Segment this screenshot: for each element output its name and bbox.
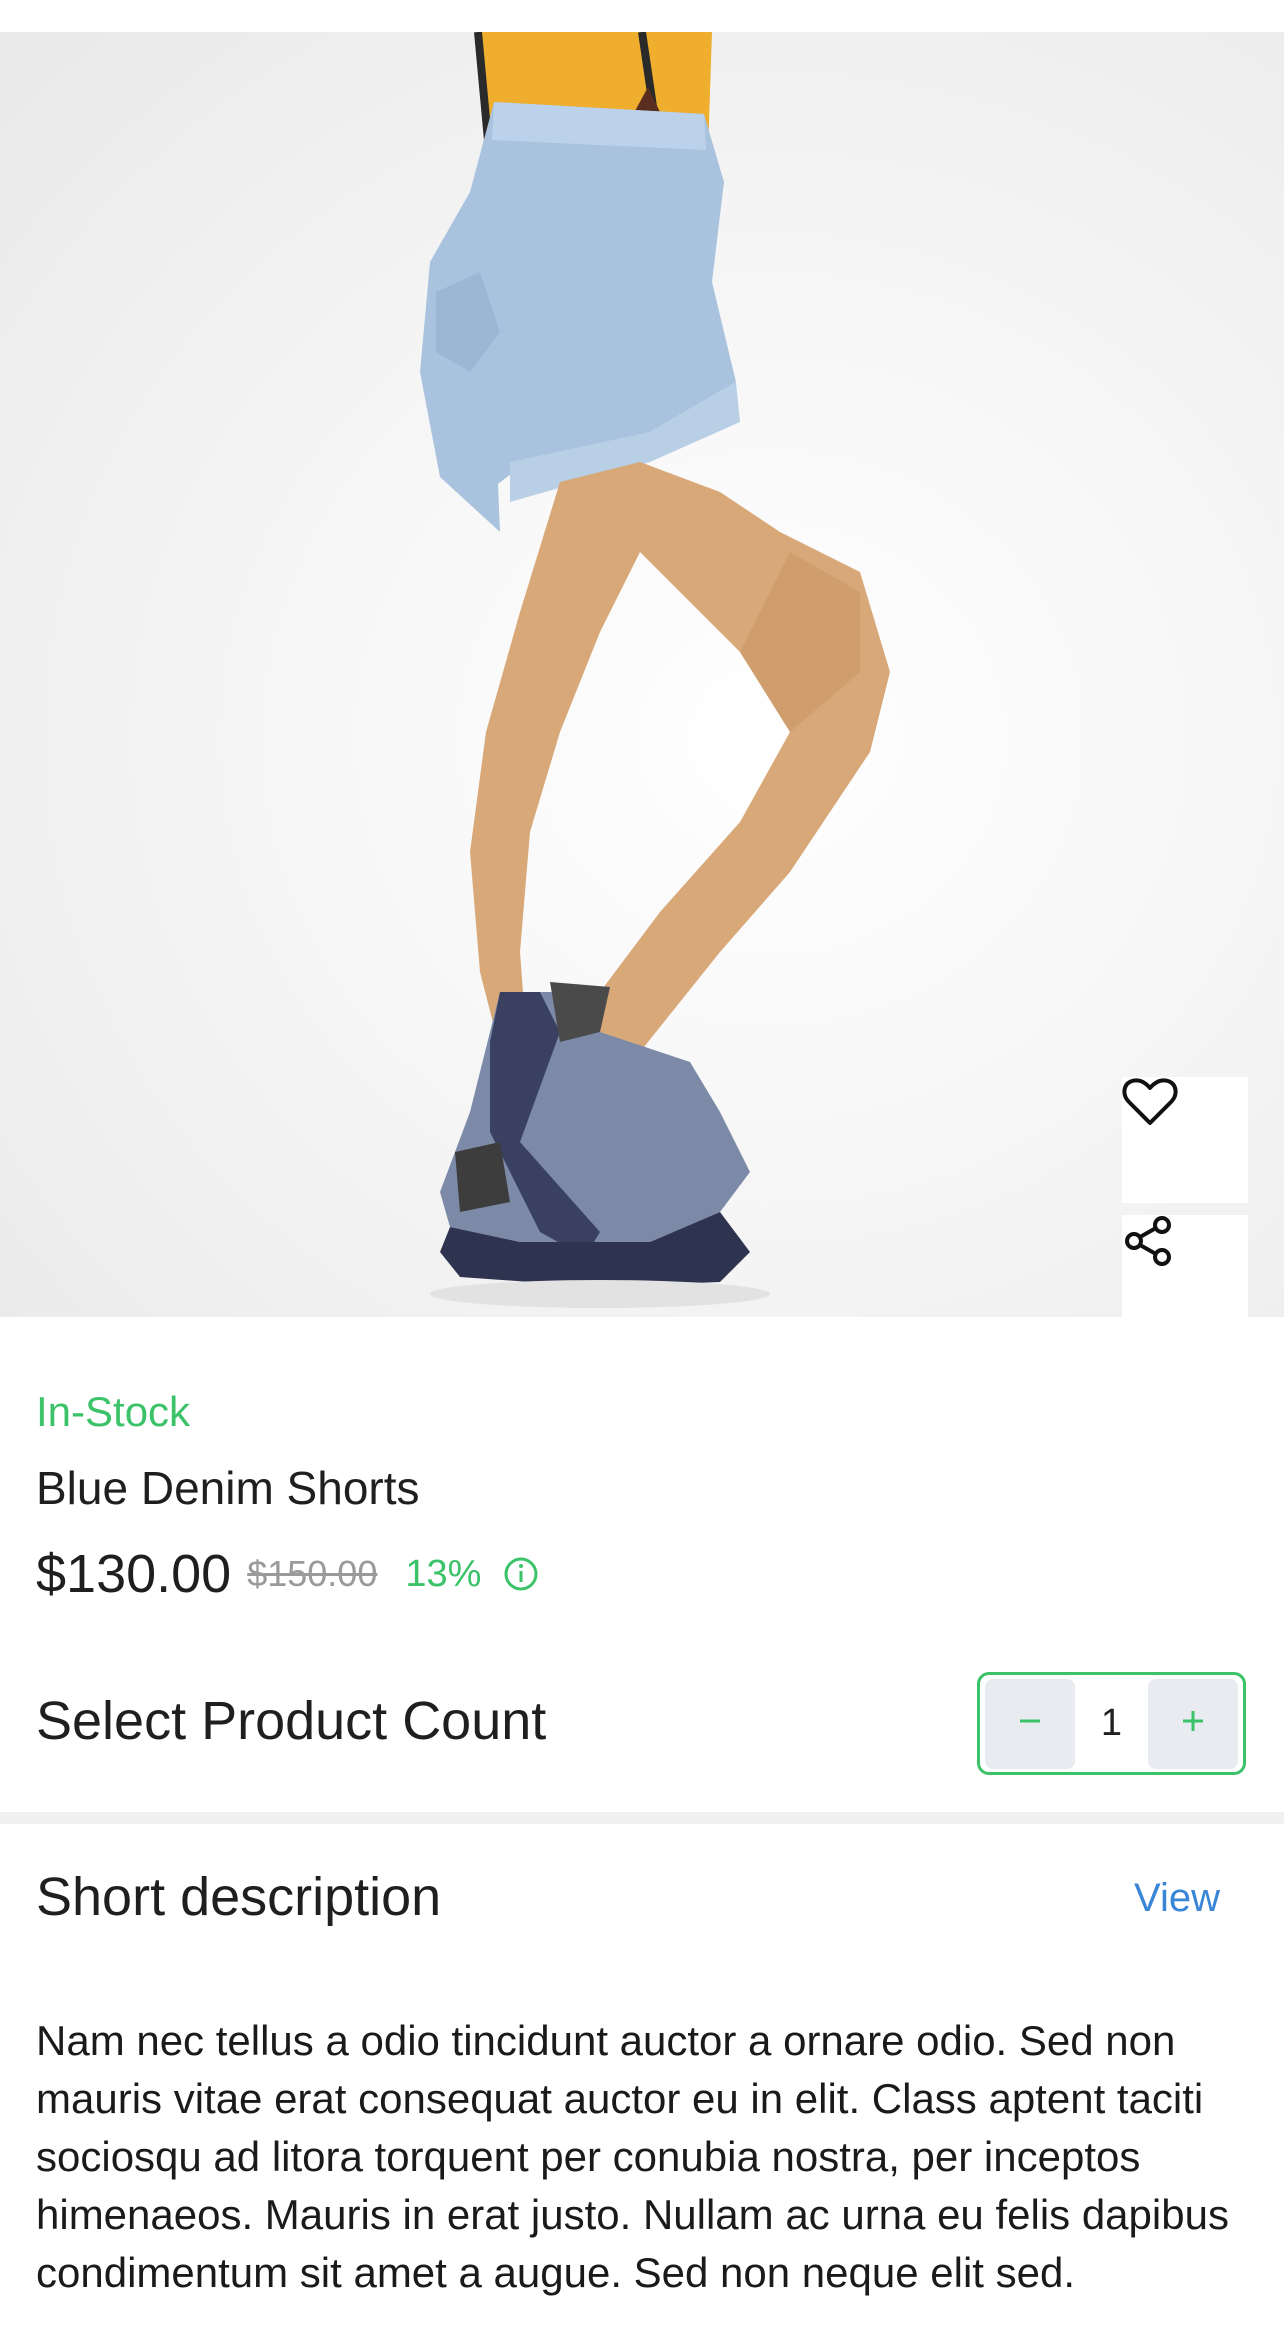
info-icon[interactable] — [503, 1556, 539, 1592]
current-price: $130.00 — [36, 1544, 232, 1604]
short-description-text: Nam nec tellus a odio tincidunt auctor a… — [36, 2017, 1229, 2296]
short-description-heading: Short description — [36, 1867, 442, 1927]
quantity-value[interactable]: 1 — [1075, 1702, 1148, 1745]
plus-icon — [1181, 1709, 1205, 1738]
decrement-button[interactable] — [985, 1678, 1075, 1769]
top-bar — [0, 0, 1284, 33]
product-image — [0, 32, 1284, 1317]
minus-icon — [1018, 1709, 1042, 1738]
price-row: $130.00 $150.00 13% — [36, 1540, 539, 1608]
quantity-label: Select Product Count — [36, 1691, 547, 1751]
product-title: Blue Denim Shorts — [36, 1462, 420, 1514]
increment-button[interactable] — [1148, 1678, 1238, 1769]
wishlist-button[interactable] — [1122, 1077, 1248, 1203]
stock-status: In-Stock — [36, 1388, 191, 1435]
section-divider — [0, 1812, 1284, 1824]
original-price: $150.00 — [247, 1553, 378, 1594]
view-description-link[interactable]: View — [1134, 1876, 1220, 1921]
discount-percent: 13% — [405, 1552, 482, 1595]
share-button[interactable] — [1122, 1215, 1248, 1317]
quantity-stepper: 1 — [977, 1672, 1246, 1775]
